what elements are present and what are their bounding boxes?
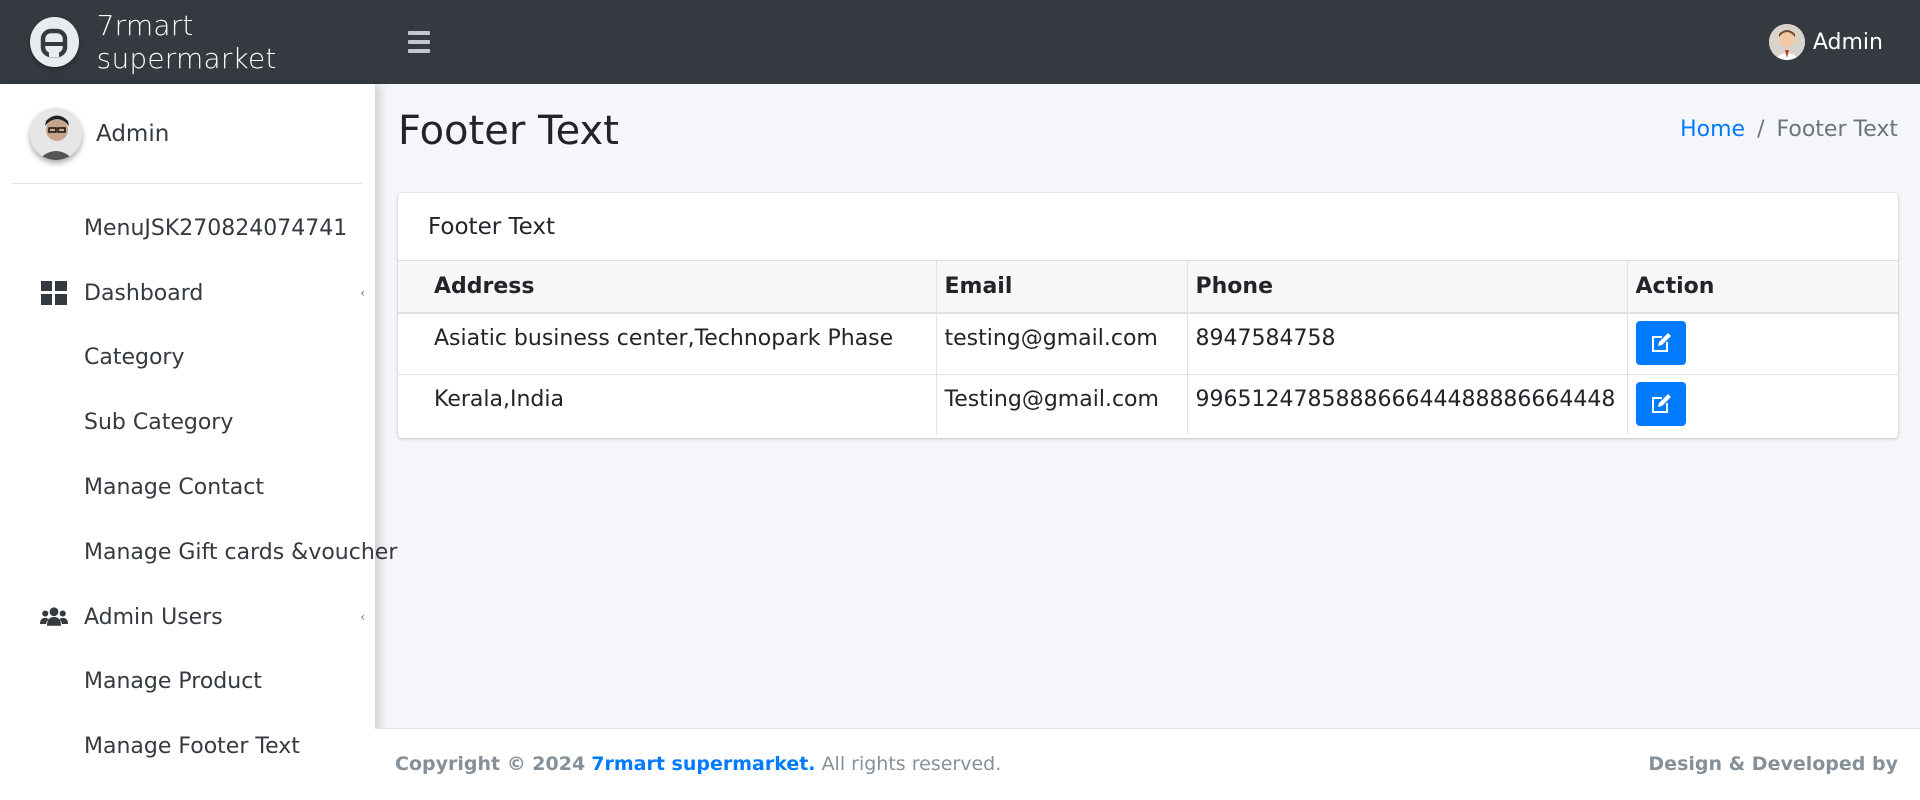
footer-credit: Design & Developed by [1648, 753, 1898, 775]
cell-email: testing@gmail.com [936, 312, 1188, 374]
sidebar-item-dashboard[interactable]: Dashboard ‹ [0, 261, 375, 326]
top-user-menu[interactable]: Admin [1768, 24, 1883, 60]
sidebar-item-menu[interactable]: MenuJSK270824074741 [0, 196, 375, 261]
sidebar-nav: MenuJSK270824074741 Dashboard ‹ Category… [0, 196, 397, 779]
edit-icon [1651, 393, 1671, 413]
top-user-name: Admin [1812, 29, 1883, 55]
sidebar-item-label: Sub Category [84, 410, 234, 436]
brand-name: 7rmart supermarket [96, 9, 277, 75]
top-navbar: 7rmart supermarket Admin [0, 0, 1920, 84]
users-icon [40, 603, 68, 631]
sidebar-item-label: Manage Gift cards &voucher [84, 539, 398, 565]
column-header-action: Action [1627, 261, 1898, 314]
chevron-left-icon: ‹ [360, 286, 365, 301]
edit-icon [1651, 333, 1671, 352]
sidebar-item-label: MenuJSK270824074741 [84, 215, 348, 241]
edit-button[interactable] [1635, 381, 1686, 426]
chevron-left-icon: ‹ [360, 610, 365, 625]
page-footer: Copyright © 2024 7rmart supermarket. All… [375, 728, 1920, 800]
breadcrumb-home-link[interactable]: Home [1680, 117, 1745, 142]
column-header-email: Email [936, 261, 1188, 314]
top-user-avatar [1768, 24, 1805, 60]
sidebar-item-label: Manage Footer Text [84, 734, 300, 760]
table-header-row: Address Email Phone Action [398, 261, 1898, 314]
page-title: Footer Text [398, 108, 619, 154]
cell-address: Asiatic business center,Technopark Phase [398, 312, 937, 374]
sidebar-item-manage-footer-text[interactable]: Manage Footer Text [0, 714, 375, 779]
sidebar-item-admin-users[interactable]: Admin Users ‹ [0, 585, 375, 650]
footer-brand-link[interactable]: 7rmart supermarket. [591, 753, 815, 775]
breadcrumb: Home / Footer Text [1680, 117, 1898, 142]
sidebar-user-avatar [30, 107, 82, 160]
footer-text-table: Address Email Phone Action Asiatic busin… [398, 261, 1898, 435]
breadcrumb-separator: / [1757, 117, 1765, 142]
footer-rights-text: All rights reserved. [821, 753, 1002, 775]
sidebar-item-label: Admin Users [84, 604, 223, 630]
edit-button[interactable] [1635, 321, 1686, 365]
sidebar-item-label: Category [84, 345, 185, 371]
sidebar-user-panel[interactable]: Admin [12, 84, 362, 184]
cell-phone: 996512478588866644488886664448 [1187, 373, 1628, 435]
menu-toggle-icon[interactable] [408, 26, 436, 58]
cell-action [1627, 312, 1898, 374]
brand-logo-icon [30, 17, 79, 67]
cell-address: Kerala,India [398, 373, 937, 435]
sidebar-item-label: Manage Product [84, 669, 262, 695]
footer-text-card: Footer Text Address Email Phone Action A… [398, 193, 1898, 438]
sidebar-item-category[interactable]: Category [0, 326, 375, 391]
table-row: Kerala,India Testing@gmail.com 996512478… [398, 373, 1898, 435]
sidebar-user-name: Admin [96, 120, 170, 147]
footer-copyright: Copyright © 2024 7rmart supermarket. All… [395, 753, 1001, 775]
sidebar-item-sub-category[interactable]: Sub Category [0, 390, 375, 455]
sidebar-item-manage-contact[interactable]: Manage Contact [0, 455, 375, 520]
sidebar-item-gift-cards[interactable]: Manage Gift cards &voucher [0, 520, 397, 585]
table-row: Asiatic business center,Technopark Phase… [398, 312, 1898, 374]
column-header-phone: Phone [1187, 261, 1628, 314]
sidebar-item-manage-product[interactable]: Manage Product [0, 650, 375, 715]
sidebar-item-label: Dashboard [84, 280, 204, 306]
dashboard-grid-icon [40, 279, 68, 307]
sidebar: Admin MenuJSK270824074741 Dashboard ‹ Ca… [0, 84, 397, 800]
sidebar-item-label: Manage Contact [84, 475, 264, 501]
cell-action [1627, 373, 1898, 435]
card-title: Footer Text [398, 193, 1898, 261]
brand-link[interactable]: 7rmart supermarket [0, 0, 375, 84]
column-header-address: Address [398, 261, 937, 314]
cell-email: Testing@gmail.com [936, 373, 1188, 435]
cell-phone: 8947584758 [1187, 312, 1628, 374]
footer-copyright-text: Copyright © 2024 [395, 753, 586, 775]
breadcrumb-current: Footer Text [1776, 117, 1898, 142]
